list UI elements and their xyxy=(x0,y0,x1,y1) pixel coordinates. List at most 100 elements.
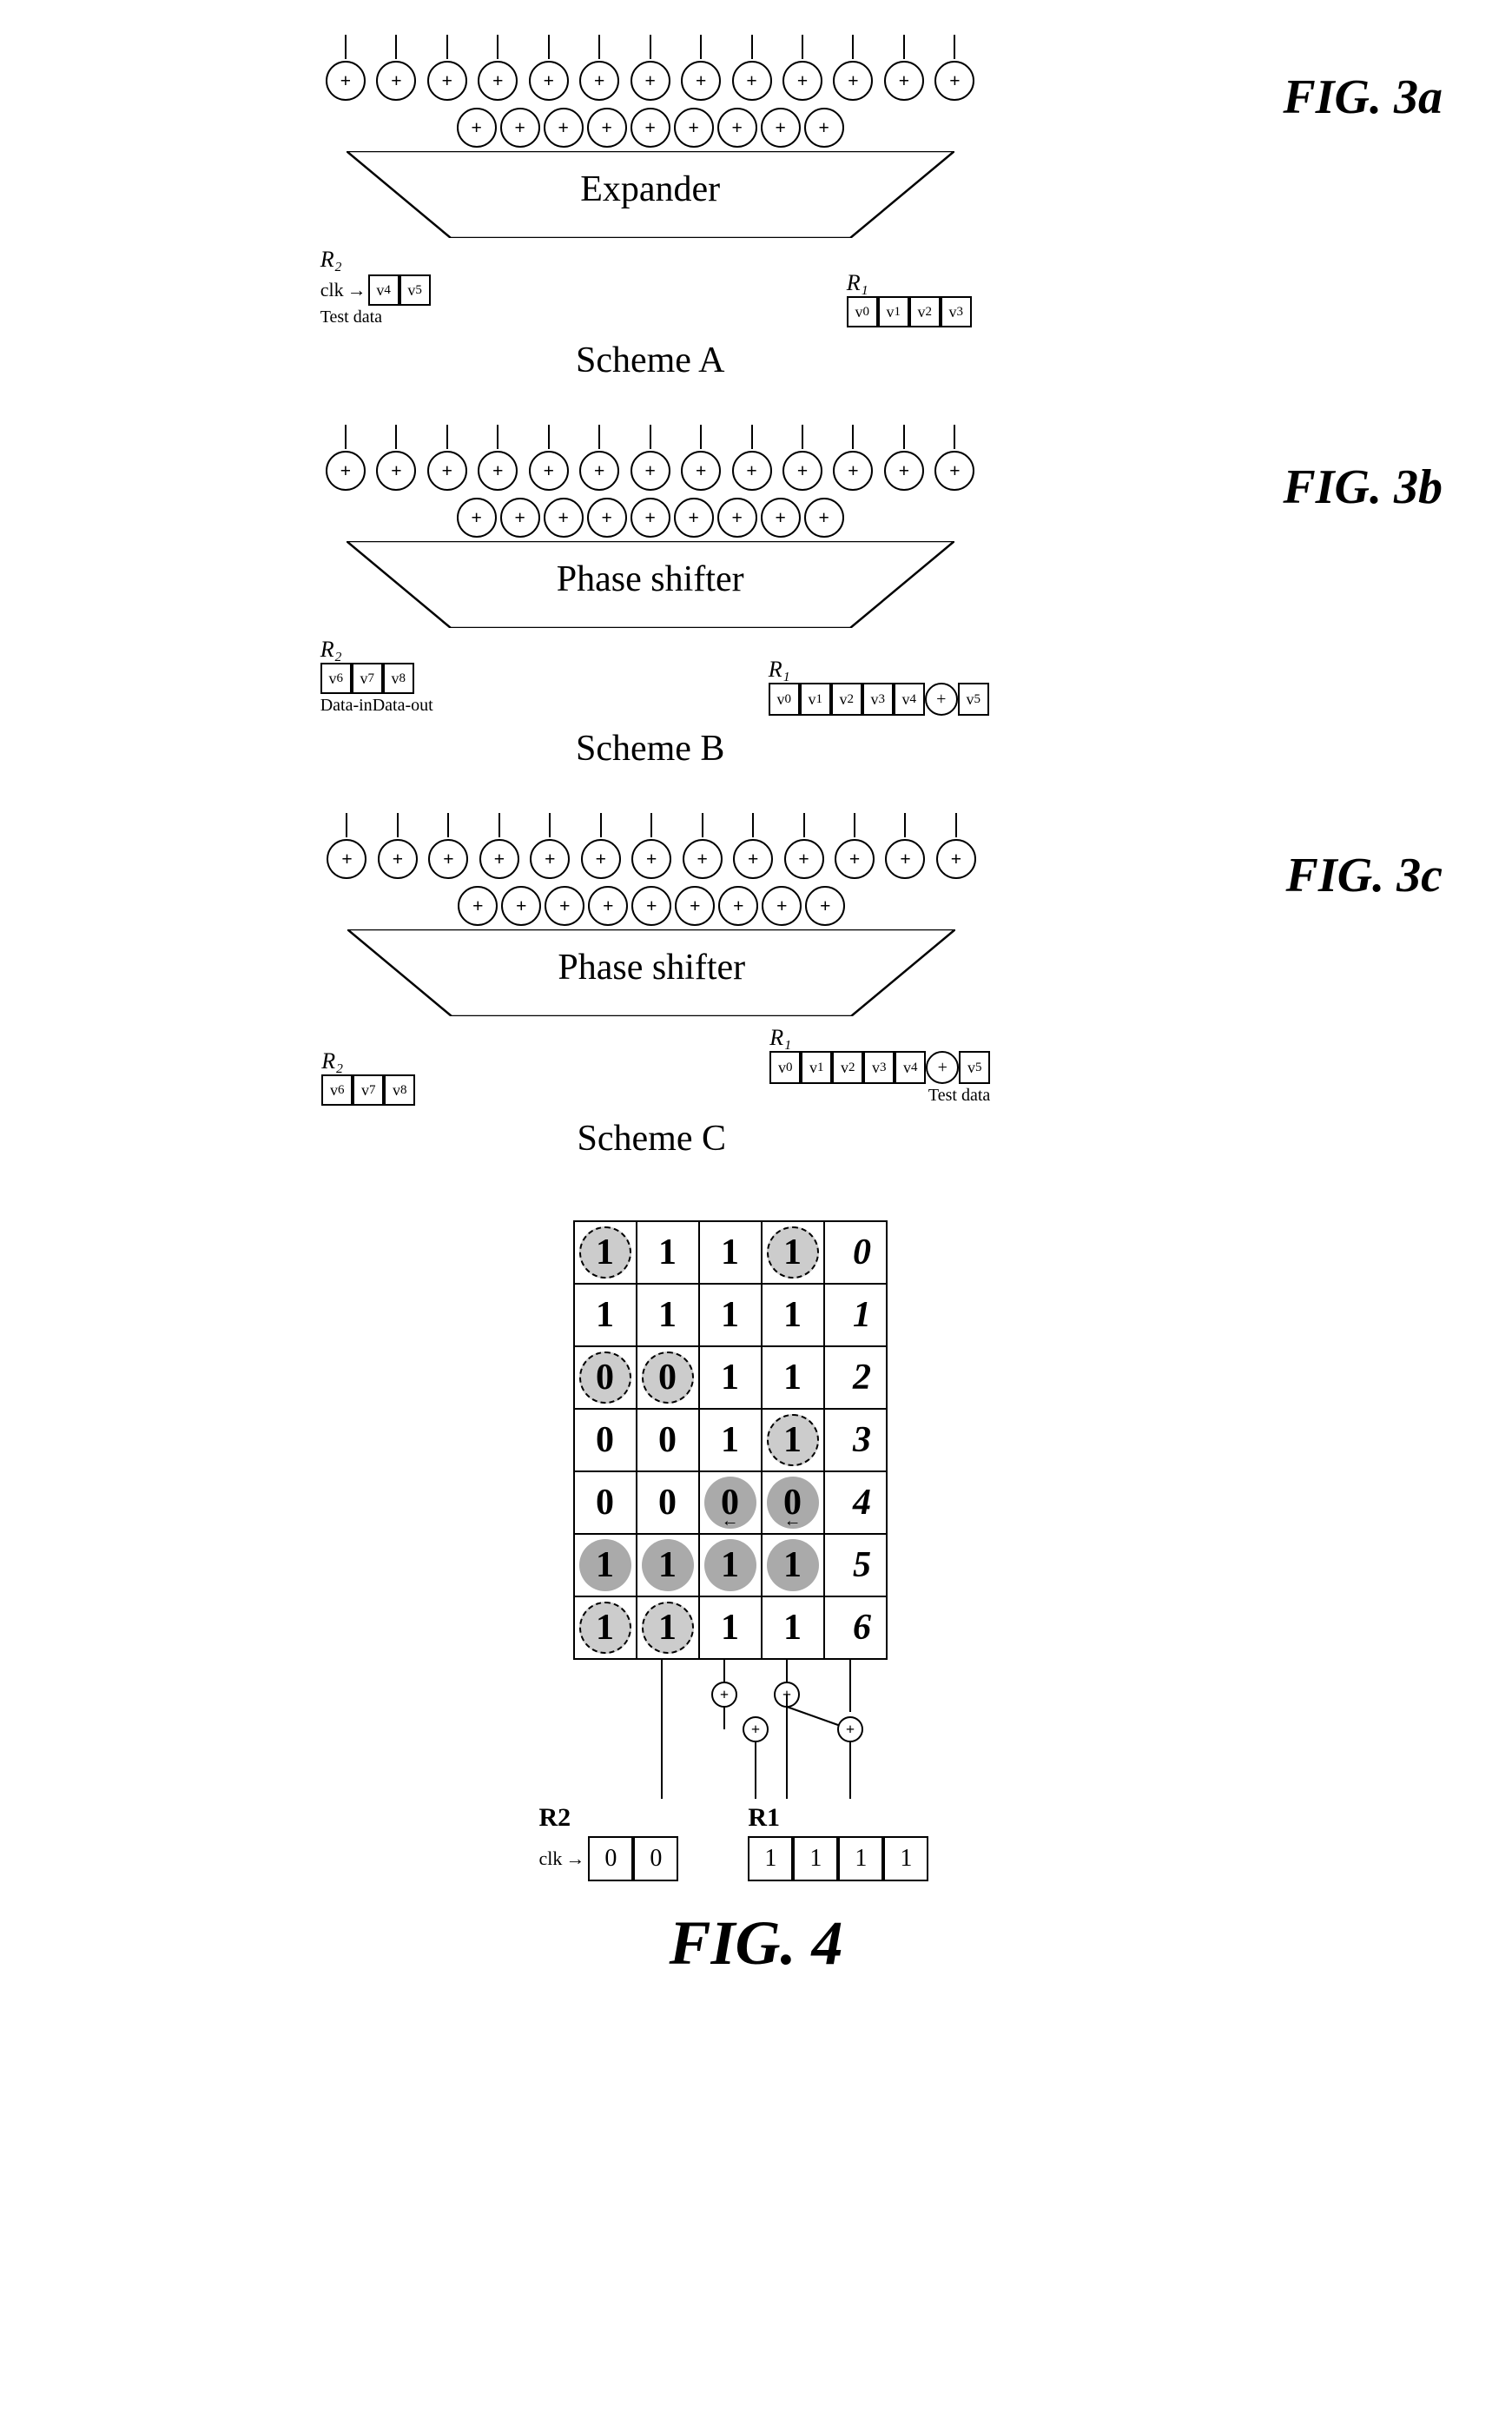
xor-cell xyxy=(544,498,584,538)
xor-cell xyxy=(681,451,721,491)
matrix-cell: 1 xyxy=(637,1596,699,1659)
matrix-cell: 1 xyxy=(699,1534,762,1596)
r1-cell: v5 xyxy=(958,683,989,716)
table-row: 0 0 0 ← 0 ← 4 xyxy=(574,1471,887,1534)
xor-cell xyxy=(479,839,519,879)
xor-cell xyxy=(427,451,467,491)
xor-cell xyxy=(327,839,366,879)
xor-cell xyxy=(782,451,822,491)
r1-cell: v5 xyxy=(959,1051,990,1084)
xor-cell xyxy=(631,498,670,538)
xor-cell xyxy=(884,61,924,101)
r1-cell: v3 xyxy=(862,683,894,716)
r1-registers-3b: v0 v1 v2 v3 v4 + v5 xyxy=(769,683,989,716)
xor-cell xyxy=(717,108,757,148)
r2-cell: v7 xyxy=(352,663,383,694)
r1-label-3a: R₁ xyxy=(847,270,868,296)
xor-cell xyxy=(784,839,824,879)
xor-cell xyxy=(478,61,518,101)
r1-cell-2: v2 xyxy=(909,296,941,327)
xor-cell xyxy=(833,451,873,491)
r1-cell: 1 xyxy=(748,1836,793,1881)
matrix-cell: 1 xyxy=(574,1534,637,1596)
matrix-cell: 1 xyxy=(762,1596,824,1659)
r1-label-4: R1 xyxy=(748,1803,780,1833)
r1-cell: v1 xyxy=(800,683,831,716)
test-data-label-3a: Test data xyxy=(320,307,382,327)
xor-cell xyxy=(587,498,627,538)
matrix-cell: 1 xyxy=(637,1221,699,1284)
r2-cell: 0 xyxy=(588,1836,633,1881)
fig4-section: 1 1 1 1 0 1 1 1 1 1 xyxy=(69,1220,1443,1979)
row-index: 0 xyxy=(824,1221,887,1284)
xor-cell xyxy=(631,886,671,926)
xor-cell xyxy=(804,108,844,148)
xor-cell xyxy=(835,839,875,879)
xor-cell xyxy=(500,498,540,538)
r2-cell: 0 xyxy=(633,1836,678,1881)
fig3a-diagram: Expander R₂ clk → v4 v5 Test data xyxy=(69,35,1231,381)
xor-cell xyxy=(428,839,468,879)
r1-cell: 1 xyxy=(793,1836,838,1881)
r1-cell: v1 xyxy=(801,1051,832,1084)
matrix-cell: 1 xyxy=(762,1284,824,1346)
row-index: 4 xyxy=(824,1471,887,1534)
xor-cell xyxy=(674,108,714,148)
xor-cell xyxy=(501,886,541,926)
xor-cell xyxy=(529,451,569,491)
r2-label-4: R2 xyxy=(539,1803,571,1833)
clk-label-3a: clk xyxy=(320,279,344,301)
svg-text:+: + xyxy=(719,1686,728,1703)
xor-cell xyxy=(530,839,570,879)
r1-cell: 1 xyxy=(838,1836,883,1881)
r2-registers-3a: v4 v5 xyxy=(368,274,431,306)
r1-cell-0: v0 xyxy=(847,296,878,327)
table-row: 1 1 1 1 6 xyxy=(574,1596,887,1659)
xor-cell xyxy=(732,61,772,101)
xor-cell xyxy=(631,108,670,148)
r2-label-3a: R₂ xyxy=(320,247,342,273)
r1-cell: v3 xyxy=(863,1051,895,1084)
test-data-label-3c: Test data xyxy=(769,1086,990,1106)
xor-cell xyxy=(529,61,569,101)
fig3c-section: Phase shifter R₂ v6 v7 v8 R₁ v0 xyxy=(69,813,1443,1160)
r1-cell: v4 xyxy=(894,683,925,716)
scheme-c-label: Scheme C xyxy=(578,1118,726,1160)
fig4-label: FIG. 4 xyxy=(669,1907,842,1979)
xor-cell xyxy=(458,886,498,926)
xor-cell xyxy=(717,498,757,538)
r1-registers-4: 1 1 1 1 xyxy=(748,1836,928,1881)
xor-cell xyxy=(762,886,802,926)
fig3b-label: FIG. 3b xyxy=(1283,459,1443,515)
r1-cell: v2 xyxy=(831,683,862,716)
data-in-label: Data-in xyxy=(320,696,373,716)
r2-registers-3b: v6 v7 v8 xyxy=(320,663,414,694)
xor-cell xyxy=(545,886,584,926)
phase-shifter-3c-trapezoid xyxy=(347,929,955,1016)
row-index: 1 xyxy=(824,1284,887,1346)
matrix-cell: 1 xyxy=(762,1409,824,1471)
xor-cell xyxy=(683,839,723,879)
r1-label-3c: R₁ xyxy=(769,1025,791,1051)
r2-registers-3c: v6 v7 v8 xyxy=(321,1074,415,1106)
row-index: 6 xyxy=(824,1596,887,1659)
r2-cell: v7 xyxy=(353,1074,384,1106)
r1-registers-3a: v0 v1 v2 v3 xyxy=(847,296,972,327)
r2-label-3b: R₂ xyxy=(320,637,342,663)
r1-cell: v0 xyxy=(769,683,800,716)
matrix-cell: 1 xyxy=(699,1596,762,1659)
r2-cell: v8 xyxy=(384,1074,415,1106)
r1-cell: v0 xyxy=(769,1051,801,1084)
xor-cell xyxy=(478,451,518,491)
xor-cell xyxy=(376,451,416,491)
matrix-cell: 1 xyxy=(762,1346,824,1409)
matrix-cell: 0 ← xyxy=(699,1471,762,1534)
matrix-cell: 1 xyxy=(574,1596,637,1659)
row-index: 5 xyxy=(824,1534,887,1596)
xor-cell xyxy=(376,61,416,101)
r2-cell-0: v4 xyxy=(368,274,399,306)
xor-cell xyxy=(378,839,418,879)
table-row: 0 0 1 1 2 xyxy=(574,1346,887,1409)
svg-text:+: + xyxy=(750,1721,759,1738)
matrix-cell: 0 xyxy=(574,1409,637,1471)
